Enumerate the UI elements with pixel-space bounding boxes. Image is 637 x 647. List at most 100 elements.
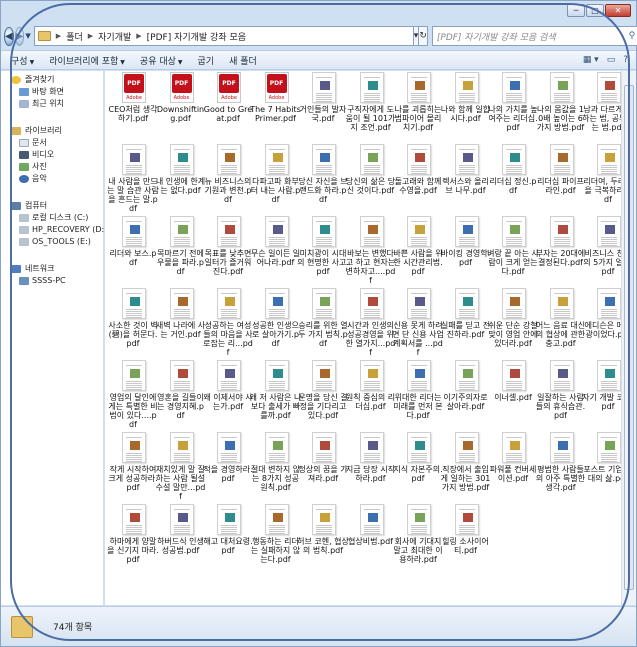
organize-menu[interactable]: 구성 ▼: [11, 54, 34, 67]
file-item[interactable]: 시간과 인생의 성공경영을 위한 열가지...pdf: [346, 288, 395, 360]
file-item[interactable]: 절대 변하지 않는 8가지 성공 원칙.pdf: [251, 432, 300, 504]
file-item[interactable]: 왜 이제서야 사는가.pdf: [203, 360, 253, 432]
nav-documents[interactable]: 문서: [1, 137, 103, 149]
file-item[interactable]: 부자는 20대에 결정된다.pdf: [536, 216, 585, 288]
file-item[interactable]: 이기주의자로 살아라.pdf: [442, 360, 490, 432]
file-item[interactable]: 영혼을 길들이는 경영지혜.pdf: [157, 360, 205, 432]
file-item[interactable]: 성공하는 여성들의 마음을 사로잡는 리...pdf: [203, 288, 253, 360]
file-item[interactable]: 원칙 중심의 리더십.pdf: [346, 360, 395, 432]
file-item[interactable]: 미치광이 시대의 현명한 사고.pdf: [297, 216, 349, 288]
breadcrumb-item[interactable]: 자기개발: [98, 30, 131, 43]
file-item[interactable]: 직장에서 출입게 일하는 301가지 방법.pdf: [441, 432, 490, 504]
chevron-right-icon[interactable]: ▶: [88, 32, 93, 40]
file-item[interactable]: 당신의 삶은 당신 것이다.pdf: [346, 144, 395, 216]
file-item[interactable]: 나와 함께 일합시다.pdf: [441, 72, 490, 144]
file-item[interactable]: 내 사람을 만드는 말 습관 사람을 흔드는 말.pdf: [107, 144, 159, 216]
nav-drive-c[interactable]: 로컬 디스크 (C:): [1, 212, 103, 224]
file-item[interactable]: 쉬운 단순 강철맞이 영업 안에 있더라.pdf: [488, 288, 538, 360]
nav-network[interactable]: 네트워크: [1, 263, 103, 275]
file-item[interactable]: 나의 몸값을 10배 높이는 6가지 방법.pdf: [537, 72, 585, 144]
file-list-view[interactable]: PDF Adobe CEO처럼 생각하기.pdf PDF Adobe Downshifti…: [105, 71, 636, 605]
file-item[interactable]: 목마르기 전에 우물을 파라.pdf: [157, 216, 205, 288]
file-item[interactable]: 파워풀 컨버세이션.pdf: [489, 432, 537, 504]
file-item[interactable]: 거인들의 발자국.pdf: [299, 72, 347, 144]
file-item[interactable]: 평범한 사람들의 아주 특별한 생각.pdf: [536, 432, 585, 504]
file-item[interactable]: 뉴 비즈니스의 기원과 변천.pdf: [204, 144, 252, 216]
file-item[interactable]: 렉서스와 올리브 나무.pdf: [442, 144, 490, 216]
file-item[interactable]: 성공한 인생으로 살아가기.pdf: [252, 288, 300, 360]
file-item[interactable]: 하버드식 인생성공법.pdf: [157, 504, 205, 576]
breadcrumb-item[interactable]: 폴더: [66, 30, 83, 43]
file-item[interactable]: 바보는 변했다고 하고 현자는 변하자고....pdf: [346, 216, 395, 288]
nav-videos[interactable]: 비디오: [1, 149, 103, 161]
file-item[interactable]: 내 인생에 한계는 없다.pdf: [156, 144, 205, 216]
file-item[interactable]: PDF Adobe CEO처럼 생각하기.pdf: [109, 72, 157, 144]
file-item[interactable]: 바쁜 사람을 위한 시간관리법.pdf: [393, 216, 443, 288]
file-item[interactable]: 하마에게 양말을 신기지 마라.pdf: [107, 504, 159, 576]
nav-drive-d[interactable]: HP_RECOVERY (D:): [1, 224, 107, 236]
file-item[interactable]: 다파고파 화부터 내는 사람.pdf: [251, 144, 300, 216]
nav-drive-e[interactable]: OS_TOOLS (E:): [1, 236, 103, 248]
file-item[interactable]: 사소한 것이 벽(碧)을 허문다.pdf: [108, 288, 158, 360]
nav-computer[interactable]: 컴퓨터: [1, 200, 103, 212]
burn-button[interactable]: 굽기: [198, 54, 215, 67]
file-item[interactable]: 정상의 꿈을 가져라.pdf: [298, 432, 348, 504]
file-item[interactable]: 새벽 나라에 사는 거인.pdf: [156, 288, 205, 360]
search-input[interactable]: [PDF] 자기개발 강좌 모음 검색 ⚲: [431, 26, 637, 46]
file-item[interactable]: 허브 코헨, 협상의 법칙.pdf: [297, 504, 349, 576]
chevron-right-icon[interactable]: ▶: [56, 32, 61, 40]
file-item[interactable]: 승리를 위한 열두 가지 법칙.pdf: [298, 288, 348, 360]
file-item[interactable]: 이너셀.pdf: [489, 360, 537, 432]
file-item[interactable]: 영업의 달인에게는 특별한 비법이 있다....pdf: [108, 360, 158, 432]
nav-music[interactable]: 음악: [1, 173, 103, 185]
file-item[interactable]: 작게 시작하여 크게 성공하라.pdf: [108, 432, 158, 504]
close-button[interactable]: ✕: [605, 4, 631, 17]
file-item[interactable]: PDF Adobe Downshifting.pdf: [157, 72, 205, 144]
file-item[interactable]: 실패를 딛고 전진하라.pdf: [441, 288, 490, 360]
change-view-icon[interactable]: ▦ ▾: [583, 55, 599, 65]
nav-favorites[interactable]: 즐겨찾기: [1, 74, 103, 86]
file-item[interactable]: 바이킹 경영학.pdf: [441, 216, 490, 288]
breadcrumb-item[interactable]: [PDF] 자기개발 강좌 모음: [147, 30, 246, 43]
file-item[interactable]: 위대한 리더는 미래를 먼저 본다.pdf: [393, 360, 443, 432]
refresh-button[interactable]: ↻: [419, 26, 428, 46]
help-icon[interactable]: ?: [623, 55, 628, 65]
nav-libraries[interactable]: 라이브러리: [1, 125, 103, 137]
preview-pane-icon[interactable]: ▭: [607, 55, 616, 65]
file-item[interactable]: 행동하는 리더는 실패하지 않는다.pdf: [251, 504, 300, 576]
file-item[interactable]: 지식 자본주의.pdf: [393, 432, 443, 504]
file-item[interactable]: 벼랑 끝 아는 사람이 크게 얻는다.pdf: [487, 216, 539, 288]
search-icon[interactable]: ⚲: [623, 31, 637, 41]
file-item[interactable]: 해고 대처요령.pdf: [203, 504, 253, 576]
back-button[interactable]: ◀: [4, 26, 14, 46]
minimize-button[interactable]: ─: [567, 4, 585, 17]
file-item[interactable]: 리더와 보스.pdf: [109, 216, 157, 288]
file-item[interactable]: 힐링 소사이어티.pdf: [442, 504, 490, 576]
forward-button[interactable]: ▶: [14, 26, 25, 46]
address-bar[interactable]: ▶ 폴더 ▶ 자기개발 ▶ [PDF] 자기개발 강좌 모음: [33, 26, 414, 46]
file-item[interactable]: 리더십 정신.pdf: [489, 144, 537, 216]
file-item[interactable]: 일잘하는 사람들의 휴식습관.pdf: [536, 360, 585, 432]
maximize-button[interactable]: □: [586, 4, 604, 17]
file-item[interactable]: 어느 음료 대신의 협상에 관한 충고.pdf: [536, 288, 585, 360]
file-item[interactable]: 운명을 당신 결정을 기다리고 있다.pdf: [298, 360, 348, 432]
file-item[interactable]: 나를 괴롭히는 범파이어 몰리치기.pdf: [394, 72, 442, 144]
file-item[interactable]: PDF Adobe Good to Great.pdf: [204, 72, 252, 144]
scrollbar-thumb[interactable]: [624, 85, 634, 590]
file-item[interactable]: 왜 저 사람은 나보다 출세가 빠를까.pdf: [250, 360, 301, 432]
nav-pictures[interactable]: 사진: [1, 161, 103, 173]
file-item[interactable]: 구직자에게 도움이 될 101가지 조언.pdf: [346, 72, 395, 144]
nav-recent-places[interactable]: 최근 위치: [1, 98, 103, 110]
file-item[interactable]: 목표를 낮추면 일터가 즐거워진다.pdf: [204, 216, 252, 288]
file-item[interactable]: 무슨 일이든 일어나라.pdf: [251, 216, 300, 288]
nav-desktop[interactable]: 바탕 화면: [1, 86, 103, 98]
file-item[interactable]: 나의 가치를 높여주는 리더십.pdf: [488, 72, 538, 144]
chevron-right-icon[interactable]: ▶: [136, 32, 141, 40]
new-folder-button[interactable]: 새 폴더: [229, 54, 257, 67]
include-in-library-menu[interactable]: 라이브러리에 포함 ▼: [49, 54, 125, 67]
file-item[interactable]: 재치있게 말 잘하는 사람 될설 수설 말만...pdf: [156, 432, 205, 504]
file-item[interactable]: 적을 경영하라.pdf: [203, 432, 253, 504]
file-item[interactable]: 리더십 파이프라인.pdf: [537, 144, 585, 216]
file-item[interactable]: 지금 당장 시작하라.pdf: [346, 432, 395, 504]
file-item[interactable]: 당신 자신을 브랜드화 하라.pdf: [298, 144, 348, 216]
